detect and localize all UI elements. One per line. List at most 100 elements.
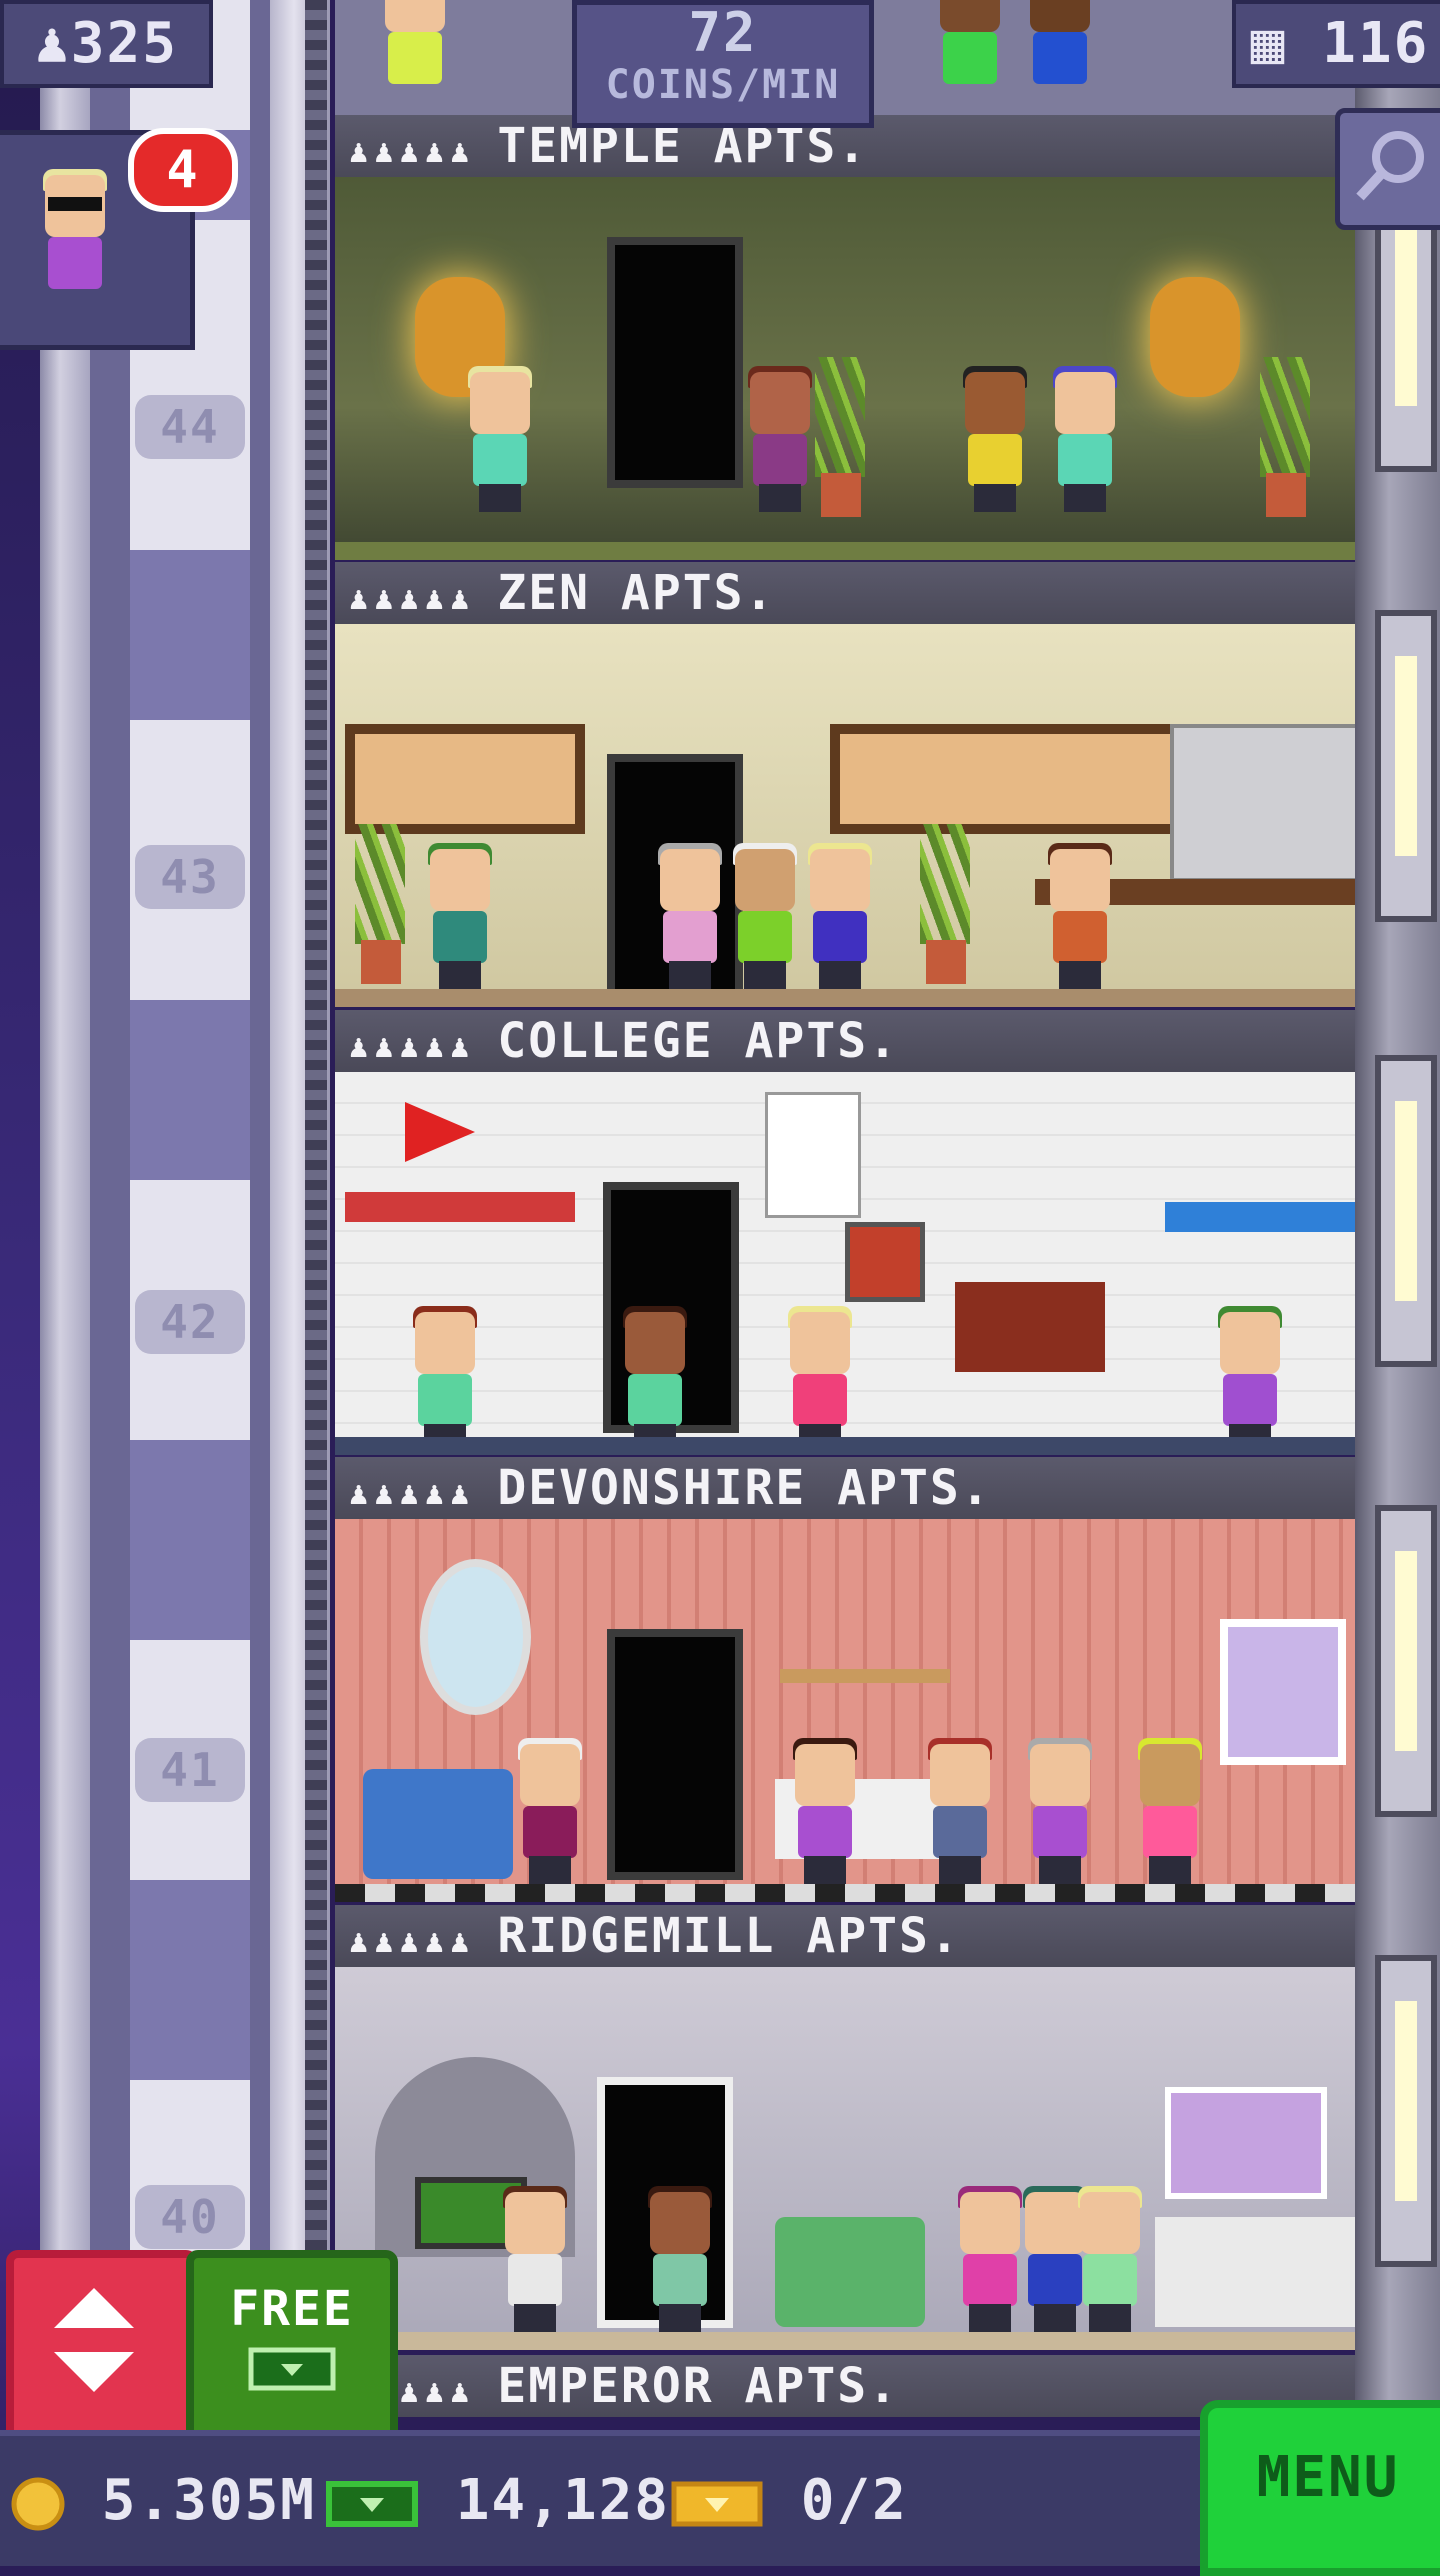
floor-label: ♟♟♟♟♟ ZEN APTS. — [335, 562, 1355, 624]
kitchen-counter — [1155, 2217, 1355, 2327]
residents-icons: ♟♟♟♟♟ — [349, 579, 476, 617]
golden-ticket-icon — [671, 2481, 763, 2527]
resident[interactable] — [745, 366, 815, 512]
shaft-segment — [130, 550, 250, 720]
person-icon: ♟ — [35, 11, 71, 76]
room-interior — [335, 1967, 1355, 2350]
room-interior — [335, 177, 1355, 560]
floor-number-44: 44 — [135, 395, 245, 459]
bunk-bed — [345, 1192, 575, 1222]
resident[interactable] — [425, 843, 495, 989]
resident[interactable] — [1215, 1306, 1285, 1452]
resident[interactable] — [960, 366, 1030, 512]
window — [1165, 2087, 1327, 2199]
resident[interactable] — [465, 366, 535, 512]
bux-display[interactable]: 14,128 — [325, 2466, 670, 2536]
shaft-segment — [130, 1440, 250, 1640]
notification-badge: 4 — [128, 128, 238, 212]
building-icon: ▦ — [1250, 11, 1287, 76]
coins-display[interactable]: 5.305M — [10, 2466, 316, 2536]
side-window — [1375, 610, 1437, 922]
shaft-segment — [130, 1000, 250, 1180]
floor-college-apts[interactable]: ♟♟♟♟♟ COLLEGE APTS. — [335, 1010, 1355, 1455]
resident[interactable] — [500, 2186, 570, 2332]
elevator-chain — [305, 0, 327, 2460]
floor-ridgemill-apts[interactable]: ♟♟♟♟♟ RIDGEMILL APTS. — [335, 1905, 1355, 2350]
shaft-rail-left — [40, 0, 90, 2460]
resident[interactable] — [790, 1738, 860, 1884]
floor-temple-apts[interactable]: ♟♟♟♟♟ TEMPLE APTS. — [335, 115, 1355, 560]
room-interior — [335, 1072, 1355, 1455]
plant — [1260, 357, 1310, 517]
resident[interactable] — [925, 1738, 995, 1884]
room-interior — [335, 1519, 1355, 1902]
tickets-value: 0/2 — [800, 2468, 908, 2533]
window — [345, 724, 585, 834]
elevator-door[interactable] — [607, 1629, 743, 1880]
floor-zen-apts[interactable]: ♟♟♟♟♟ ZEN APTS. — [335, 562, 1355, 1007]
bux-icon — [326, 2480, 418, 2527]
residents-icons: ♟♟♟♟♟ — [349, 1027, 476, 1065]
resident[interactable] — [1025, 0, 1095, 110]
resident[interactable] — [935, 0, 1005, 110]
floor-name: EMPEROR APTS. — [497, 2358, 900, 2414]
free-bux-button[interactable]: FREE — [186, 2250, 398, 2446]
bunk-bed — [1165, 1202, 1355, 1232]
up-down-arrow-icon — [54, 2288, 134, 2392]
floor-label: ♟♟♟♟♟ DEVONSHIRE APTS. — [335, 1457, 1355, 1519]
floor-number-40: 40 — [135, 2185, 245, 2249]
resident[interactable] — [645, 2186, 715, 2332]
resident[interactable] — [1025, 1738, 1095, 1884]
bux-icon — [248, 2347, 336, 2391]
side-window — [1375, 1505, 1437, 1817]
elevator-shaft[interactable]: 44 43 42 41 40 — [40, 0, 330, 2460]
coin-icon — [11, 2477, 65, 2531]
resident[interactable] — [380, 0, 450, 110]
resident[interactable] — [805, 843, 875, 989]
resident[interactable] — [1135, 1738, 1205, 1884]
floor-devonshire-apts[interactable]: ♟♟♟♟♟ DEVONSHIRE APTS. — [335, 1457, 1355, 1902]
floor-number-41: 41 — [135, 1738, 245, 1802]
vip-avatar — [40, 169, 110, 315]
sofa — [363, 1769, 513, 1879]
coins-per-minute[interactable]: 72 COINS/MIN — [572, 0, 874, 128]
coins-rate-unit: COINS/MIN — [605, 62, 841, 108]
elevator-button[interactable] — [6, 2250, 198, 2446]
tickets-display[interactable]: 0/2 — [670, 2466, 908, 2536]
sky-background — [0, 0, 40, 2560]
floor-name: ZEN APTS. — [497, 565, 776, 621]
resident[interactable] — [955, 2186, 1025, 2332]
floor-name: RIDGEMILL APTS. — [497, 1908, 961, 1964]
population-counter[interactable]: ♟325 — [0, 0, 213, 88]
floor-label: ♟♟♟♟♟ RIDGEMILL APTS. — [335, 1905, 1355, 1967]
magnifier-icon — [1356, 131, 1424, 201]
residents-icons: ♟♟♟♟♟ — [349, 1474, 476, 1512]
resident[interactable] — [1045, 843, 1115, 989]
shaft-segment — [130, 1880, 250, 2080]
elevator-door[interactable] — [607, 237, 743, 488]
bookshelf — [955, 1282, 1105, 1372]
floor-number-42: 42 — [135, 1290, 245, 1354]
resident[interactable] — [1050, 366, 1120, 512]
resident[interactable] — [410, 1306, 480, 1452]
coins-value: 5.305M — [101, 2468, 317, 2533]
resident[interactable] — [785, 1306, 855, 1452]
resident[interactable] — [1075, 2186, 1145, 2332]
statue-head — [1150, 277, 1240, 397]
refrigerator — [1170, 724, 1355, 882]
floor-counter[interactable]: ▦ 116 — [1232, 0, 1440, 88]
residents-icons: ♟♟♟♟♟ — [349, 132, 476, 170]
plant — [355, 824, 405, 984]
menu-button[interactable]: MENU — [1200, 2400, 1440, 2576]
room-interior — [335, 624, 1355, 1007]
population-value: 325 — [70, 11, 178, 76]
resident[interactable] — [730, 843, 800, 989]
resident[interactable] — [515, 1738, 585, 1884]
floor-number-43: 43 — [135, 845, 245, 909]
search-button[interactable] — [1335, 108, 1440, 230]
poster — [765, 1092, 861, 1218]
plant — [815, 357, 865, 517]
mirror — [420, 1559, 531, 1715]
resident[interactable] — [620, 1306, 690, 1452]
resident[interactable] — [655, 843, 725, 989]
